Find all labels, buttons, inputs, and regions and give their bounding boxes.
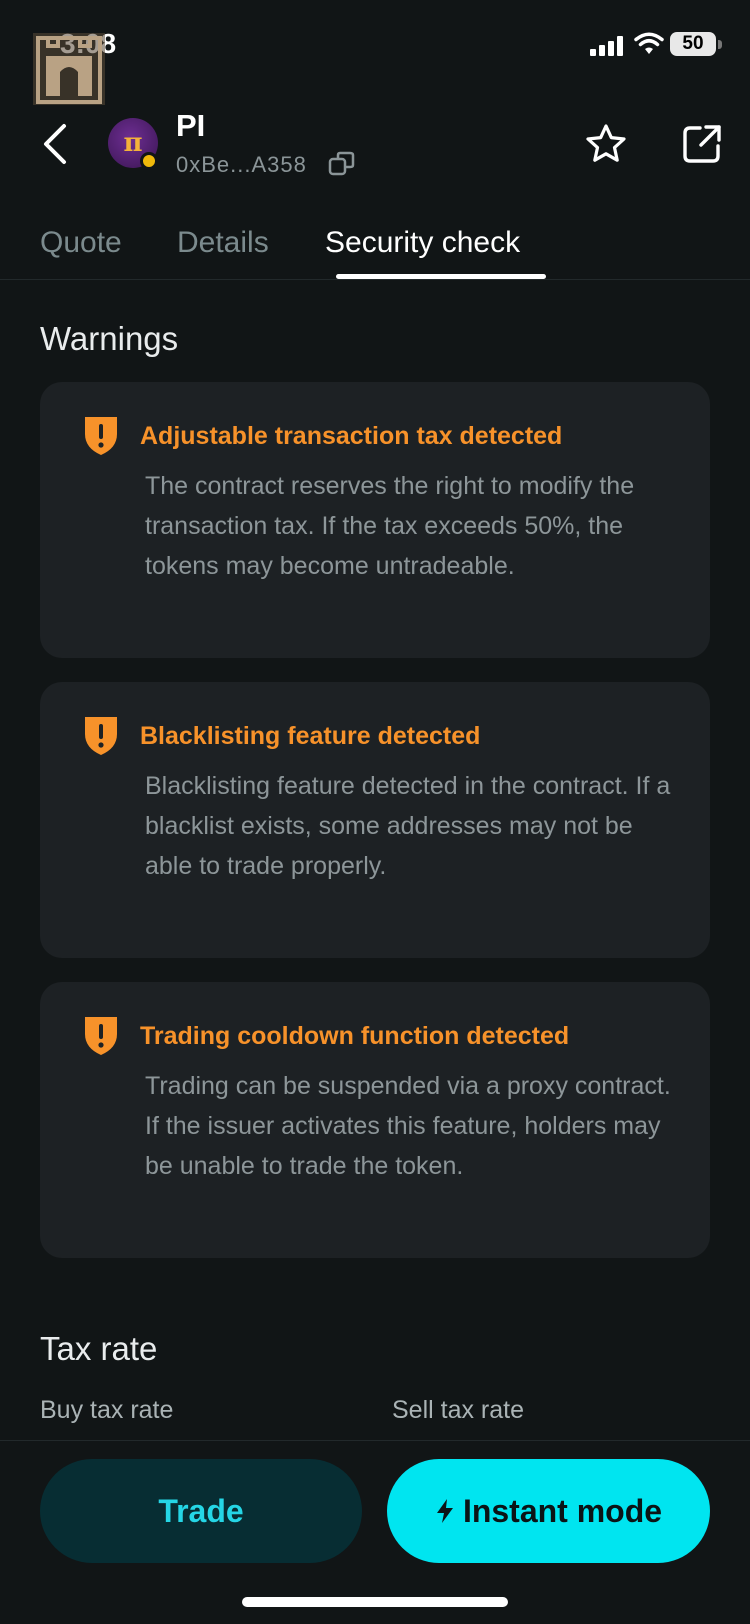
warning-shield-icon [85, 1017, 117, 1055]
home-indicator [242, 1597, 508, 1607]
battery-indicator: 50 [670, 32, 716, 56]
warning-title: Trading cooldown function detected [140, 1022, 570, 1050]
back-chevron-icon[interactable] [36, 120, 76, 168]
warning-title: Blacklisting feature detected [140, 722, 481, 750]
token-name: PI [176, 108, 206, 143]
tax-rate-heading: Tax rate [40, 1330, 158, 1367]
warning-shield-icon [85, 717, 117, 755]
warning-description: Trading can be suspended via a proxy con… [145, 1072, 671, 1180]
tab-details[interactable]: Details [177, 226, 269, 260]
warning-description: The contract reserves the right to modif… [145, 472, 635, 580]
tax-rate-labels: Buy tax rate Sell tax rate [40, 1396, 710, 1436]
warning-card: Adjustable transaction tax detected The … [40, 382, 710, 658]
castle-icon [33, 33, 105, 105]
star-icon[interactable] [584, 122, 628, 166]
wifi-icon [634, 32, 664, 54]
warning-card: Blacklisting feature detected Blacklisti… [40, 682, 710, 958]
battery-nub [718, 40, 722, 49]
copy-icon[interactable] [328, 150, 356, 178]
tab-quote[interactable]: Quote [40, 226, 122, 260]
buy-tax-label: Buy tax rate [40, 1396, 174, 1424]
lightning-icon [436, 1498, 453, 1523]
signal-icon [590, 36, 623, 56]
sell-tax-label: Sell tax rate [392, 1396, 525, 1424]
chain-badge [140, 152, 158, 170]
warning-card: Trading cooldown function detected Tradi… [40, 982, 710, 1258]
tab-bar: Quote Details Security check [0, 222, 750, 280]
warning-description: Blacklisting feature detected in the con… [145, 772, 671, 880]
bottom-action-bar: Trade Instant mode [0, 1440, 750, 1624]
token-address: 0xBe...A358 [176, 152, 307, 177]
status-bar: 3:08 50 [0, 0, 750, 105]
warnings-heading: Warnings [40, 320, 179, 357]
instant-mode-label: Instant mode [462, 1493, 663, 1529]
instant-mode-button[interactable]: Instant mode [387, 1459, 710, 1563]
trade-button[interactable]: Trade [40, 1459, 362, 1563]
warning-title: Adjustable transaction tax detected [140, 422, 563, 450]
tab-security-check[interactable]: Security check [325, 226, 520, 260]
warning-shield-icon [85, 417, 117, 455]
share-icon[interactable] [680, 122, 724, 166]
active-tab-indicator [336, 274, 546, 279]
